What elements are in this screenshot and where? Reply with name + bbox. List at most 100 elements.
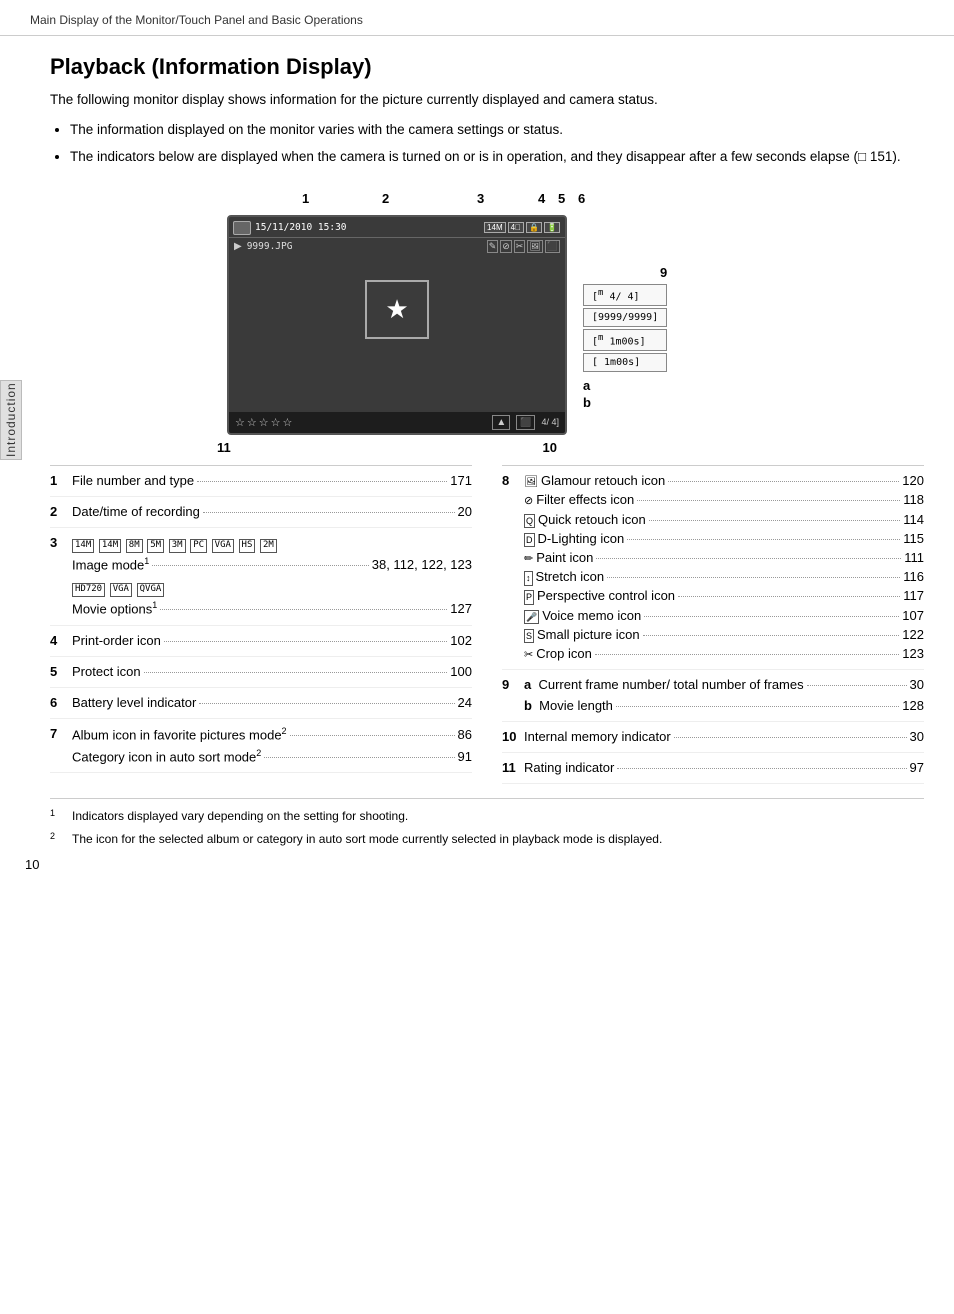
- ref-subitem-4: Print-order icon 102: [72, 632, 472, 650]
- ref-icon-8-quick: Q: [524, 514, 535, 529]
- ref-content-2: Date/time of recording 20: [72, 503, 472, 521]
- ref-page-3b: 127: [450, 600, 472, 618]
- ref-icon-8-paint: ✏: [524, 552, 533, 567]
- ref-label-3b: Movie options1: [72, 599, 157, 619]
- b-label: b: [583, 395, 591, 410]
- footnote-1: 1 Indicators displayed vary depending on…: [50, 807, 924, 826]
- ref-subitem-8-voice: 🎤 Voice memo icon 107: [524, 607, 924, 625]
- ref-dots-10: [674, 737, 907, 738]
- ref-dots-8-quick: [649, 520, 901, 521]
- ref-icon-8-dlighting: D: [524, 533, 535, 548]
- ref-dots-1: [197, 481, 447, 482]
- footnote-2: 2 The icon for the selected album or cat…: [50, 830, 924, 849]
- ref-page-8-quick: 114: [903, 511, 924, 529]
- ref-label-8-perspective: Perspective control icon: [537, 587, 675, 605]
- ref-dots-9b: [616, 706, 899, 707]
- ref-subitem-8-dlighting: D D-Lighting icon 115: [524, 530, 924, 548]
- diagram-num-9: 9: [583, 265, 667, 280]
- ref-page-8-glamour: 120: [902, 472, 924, 490]
- ref-subitem-8-paint: ✏ Paint icon 111: [524, 549, 924, 567]
- ref-page-8-dlighting: 115: [903, 530, 924, 548]
- screen-icon-row2-2: ⊘: [500, 240, 512, 253]
- ref-subitem-7b: Category icon in auto sort mode2 91: [72, 747, 472, 767]
- ref-item-1: 1 File number and type 171: [50, 466, 472, 497]
- ref-page-9b: 128: [902, 697, 924, 715]
- ref-subitem-8-glamour: 🖼 Glamour retouch icon 120: [524, 472, 924, 490]
- ref-item-8: 8 🖼 Glamour retouch icon 120 ⊘ Filter ef…: [502, 466, 924, 671]
- ref-dots-8-voice: [644, 616, 899, 617]
- ref-dots-8-filter: [637, 500, 900, 501]
- ref-label-2: Date/time of recording: [72, 503, 200, 521]
- screen-icon-row2-5: ⬛: [545, 240, 560, 253]
- ref-num-9: 9: [502, 676, 524, 692]
- ref-subitem-8-quick: Q Quick retouch icon 114: [524, 511, 924, 529]
- ref-content-1: File number and type 171: [72, 472, 472, 490]
- screen-icon-row2-4: 🖼: [527, 240, 542, 253]
- diagram-num-10: 10: [543, 440, 557, 455]
- footnote-num-1: 1: [50, 807, 68, 826]
- screen-icon-row2-1: ✎: [487, 240, 499, 253]
- ref-subitem-11: Rating indicator 97: [524, 759, 924, 777]
- screen-camera-icon: [233, 221, 251, 235]
- ref-page-6: 24: [458, 694, 472, 712]
- ref-icon-8-glamour: 🖼: [524, 475, 538, 490]
- ref-label-8-voice: Voice memo icon: [542, 607, 641, 625]
- ref-subitem-8-small: S Small picture icon 122: [524, 626, 924, 644]
- ref-num-7: 7: [50, 725, 72, 741]
- ref-subitem-2: Date/time of recording 20: [72, 503, 472, 521]
- screen-center: ★: [229, 255, 565, 365]
- screen-icon-4: 🔋: [544, 222, 560, 233]
- ref-subitem-8-perspective: P Perspective control icon 117: [524, 587, 924, 605]
- ref-content-6: Battery level indicator 24: [72, 694, 472, 712]
- ref-dots-8-stretch: [607, 577, 900, 578]
- ref-page-8-paint: 111: [904, 549, 924, 567]
- ref-label-8-filter: Filter effects icon: [536, 491, 634, 509]
- page-header: Main Display of the Monitor/Touch Panel …: [0, 0, 954, 36]
- ref-content-7: Album icon in favorite pictures mode2 86…: [72, 725, 472, 766]
- ref-label-4: Print-order icon: [72, 632, 161, 650]
- ref-left-column: 1 File number and type 171 2 Date/time o…: [50, 465, 472, 784]
- mode-icon-hd720: HD720: [72, 583, 105, 597]
- ref-dots-9a: [807, 685, 907, 686]
- ref-page-8-voice: 107: [902, 607, 924, 625]
- diagram-num-4: 4: [538, 191, 545, 206]
- mode-icon-vga2: VGA: [110, 583, 132, 597]
- ref-label-9a: a Current frame number/ total number of …: [524, 676, 804, 694]
- ref-num-6: 6: [50, 694, 72, 710]
- ref-icon-8-stretch: ↕: [524, 571, 533, 586]
- ref-page-2: 20: [458, 503, 472, 521]
- info-box-3: [m 1m00s]: [583, 329, 667, 351]
- ref-label-1: File number and type: [72, 472, 194, 490]
- ref-label-8-paint: Paint icon: [536, 549, 593, 567]
- ref-subitem-8-filter: ⊘ Filter effects icon 118: [524, 491, 924, 509]
- ref-label-8-stretch: Stretch icon: [536, 568, 605, 586]
- screen-bottom-right: ▲ ⬛ 4/ 4]: [492, 415, 559, 430]
- ref-page-5: 100: [450, 663, 472, 681]
- ref-subitem-10: Internal memory indicator 30: [524, 728, 924, 746]
- screen-play-icon: ▶: [234, 241, 242, 252]
- ref-subitem-8-crop: ✂ Crop icon 123: [524, 645, 924, 663]
- mode-icon-2m: 2M: [260, 539, 277, 553]
- ref-label-8-dlighting: D-Lighting icon: [538, 530, 625, 548]
- ref-item-2: 2 Date/time of recording 20: [50, 497, 472, 528]
- intro-text: The following monitor display shows info…: [50, 90, 924, 110]
- ref-subitem-5: Protect icon 100: [72, 663, 472, 681]
- screen-bottom-frames: 4/ 4]: [541, 417, 559, 427]
- ref-dots-4: [164, 641, 447, 642]
- diagram-num-5: 5: [558, 191, 565, 206]
- ref-page-8-filter: 118: [903, 491, 924, 509]
- ref-subitem-3b: Movie options1 127: [72, 599, 472, 619]
- b-label-row: b: [583, 395, 667, 410]
- mode-icon-14m: 14M: [72, 539, 94, 553]
- ref-label-8-small: Small picture icon: [537, 626, 640, 644]
- bullet-item-2: The indicators below are displayed when …: [70, 147, 924, 167]
- camera-screen-container: 15/11/2010 15:30 14M 4⃝ 🔒 🔋 ▶: [217, 215, 567, 455]
- a-label-row: a: [583, 378, 667, 393]
- screen-bottom-icon2: ⬛: [516, 415, 535, 430]
- mode-icon-5m: 5M: [147, 539, 164, 553]
- ref-label-10: Internal memory indicator: [524, 728, 671, 746]
- ref-content-9: a Current frame number/ total number of …: [524, 676, 924, 714]
- ref-icon-8-voice: 🎤: [524, 610, 539, 625]
- screen-row2-icons: ✎ ⊘ ✂ 🖼 ⬛: [487, 240, 560, 253]
- ref-dots-8-dlighting: [627, 539, 900, 540]
